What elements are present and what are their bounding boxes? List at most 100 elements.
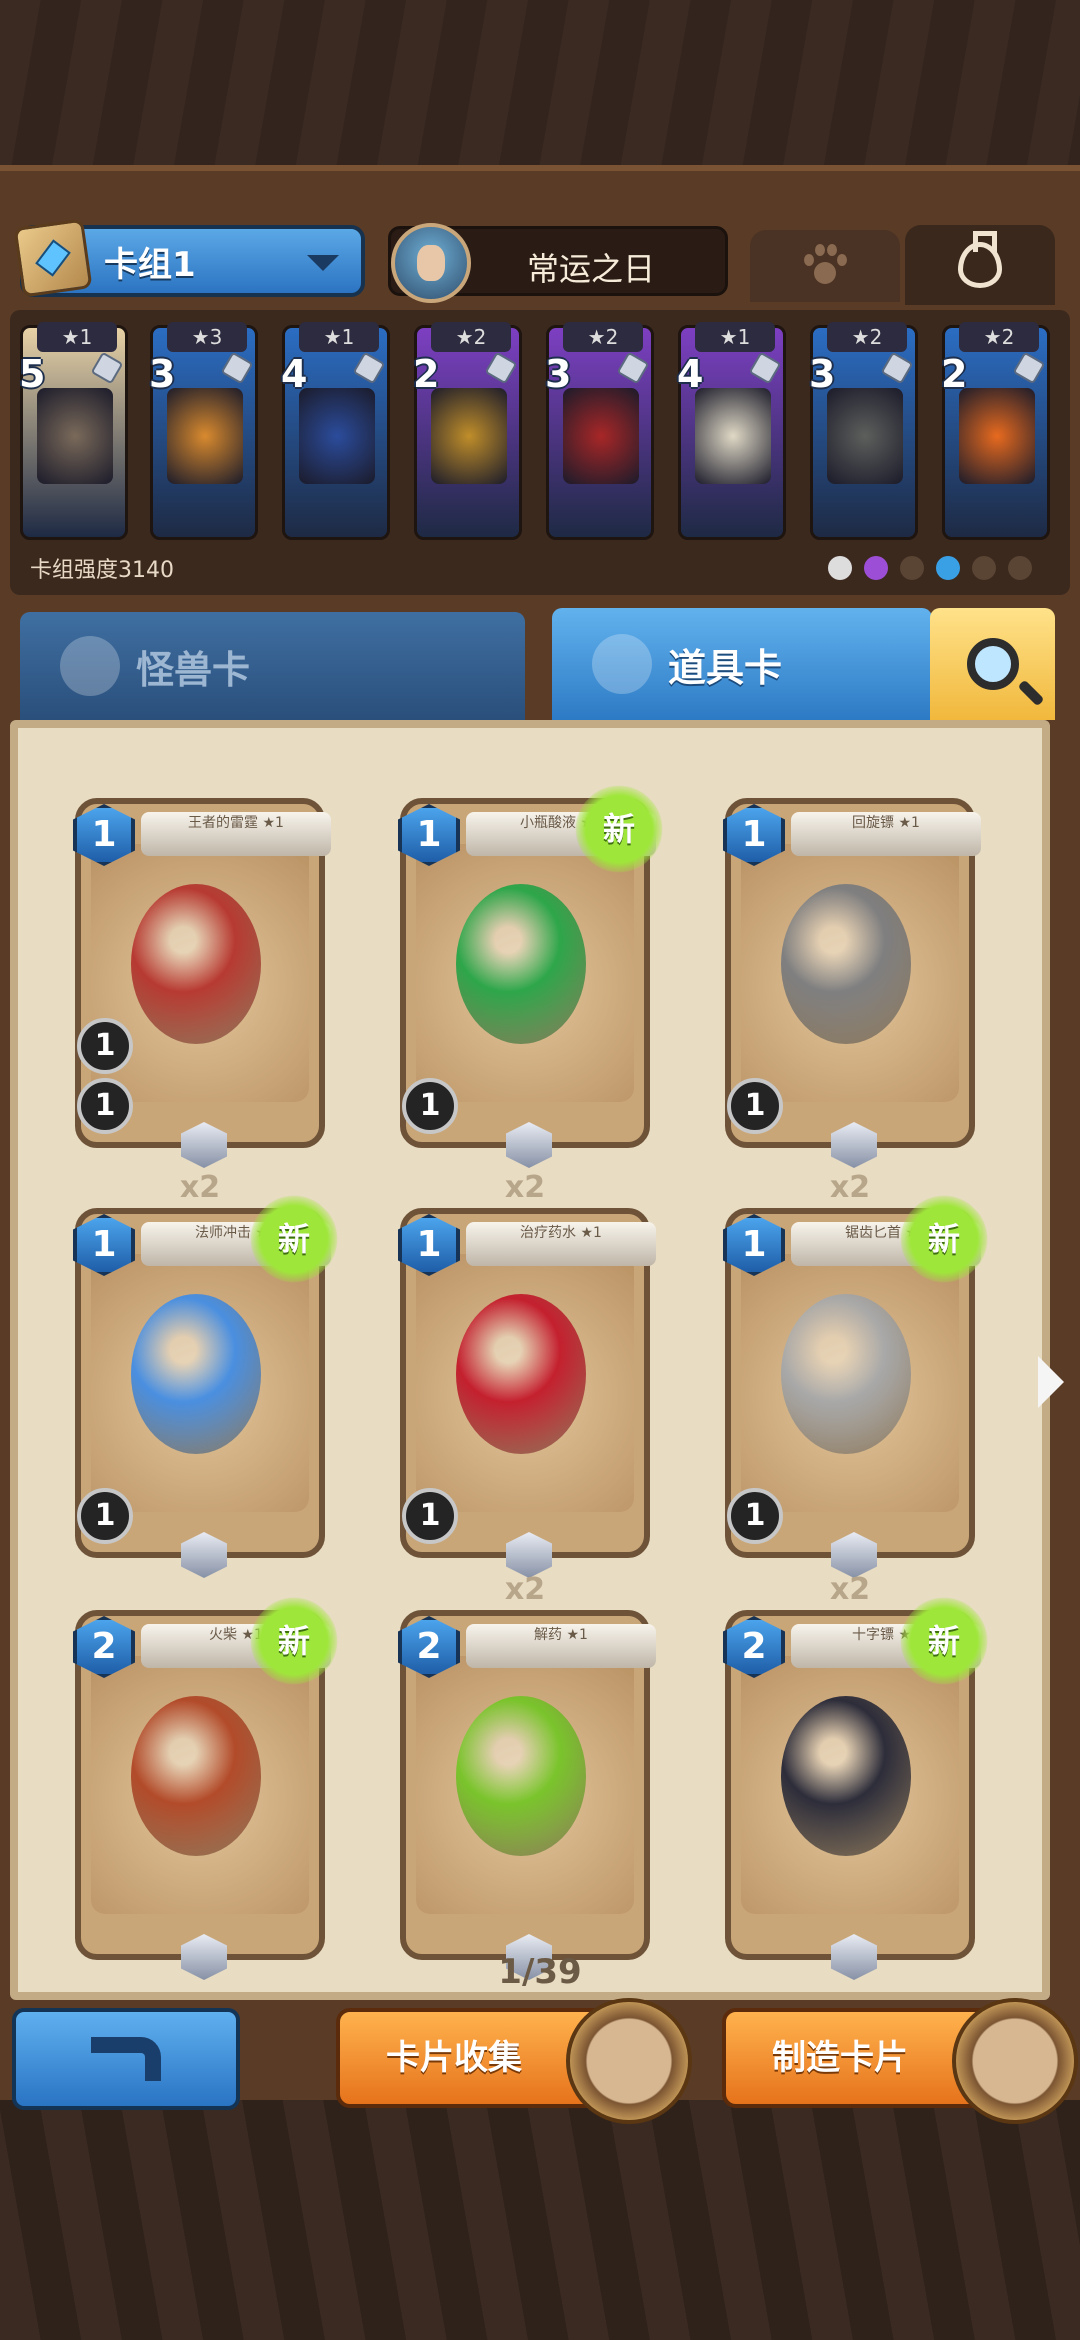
card-art-area [416,844,634,1102]
new-badge: 新 [883,1580,1005,1702]
item-card[interactable]: 回旋镖 ★1 1 1 [723,798,981,1168]
slot-stars: ★2 [959,322,1039,352]
next-page-arrow[interactable] [1038,1356,1064,1408]
deck-slot[interactable]: ★3 3 [149,322,258,540]
deck-slot[interactable]: ★1 4 [281,322,390,540]
new-badge: 新 [233,1580,355,1702]
card-count: x2 [504,1572,546,1607]
arcane-icon [864,556,888,580]
card-name: 治疗药水 ★1 [466,1222,656,1266]
deck-element-icons [828,556,1032,580]
item-card[interactable]: 法师冲击 ★1 1 1 新 [73,1178,355,1578]
fire-icon [1008,556,1032,580]
nature-icon [972,556,996,580]
tab-item-deck[interactable] [905,225,1055,305]
card-art [456,1696,586,1856]
wood-background-top [0,0,1080,170]
card-art-area [91,1254,309,1512]
neutral-icon [828,556,852,580]
rarity-gem-icon [484,351,518,385]
flask-icon [592,634,652,694]
deck-slot[interactable]: ★1 5 [19,322,128,540]
new-badge: 新 [558,768,680,890]
craft-card-label: 制造卡片 [772,2038,908,2078]
rarity-gem-icon [220,351,254,385]
deck-selector[interactable]: 卡组1 [13,218,365,298]
slot-art [37,388,113,484]
card-art-area [741,1254,959,1512]
deck-slot[interactable]: ★2 2 [413,322,522,540]
earth-icon [900,556,924,580]
back-button[interactable] [12,2008,240,2110]
search-button[interactable] [930,608,1055,720]
card-name: 回旋镖 ★1 [791,812,981,856]
card-art-area [416,1254,634,1512]
slot-art [167,388,243,484]
page-indicator: 1/39 [498,1952,582,1992]
card-effect-stat: 1 [77,1078,133,1134]
card-count: x2 [504,1170,546,1205]
deck-slot[interactable]: ★2 2 [941,322,1050,540]
rarity-gem-icon [748,351,782,385]
slot-stars: ★1 [299,322,379,352]
deck-name: 卡组1 [104,244,196,285]
slot-art [959,388,1035,484]
card-art [131,884,261,1044]
tab-item-label: 道具卡 [668,645,783,690]
card-art-area [91,1656,309,1914]
card-effect-stat: 1 [77,1488,133,1544]
card-book-icon [566,1998,692,2124]
card-art-area [741,844,959,1102]
item-card[interactable]: 小瓶酸液 ★1 1 1 新 [398,768,680,1168]
slot-art [299,388,375,484]
paw-icon [802,244,848,288]
card-art [456,1294,586,1454]
hero-selector[interactable]: 常运之日 [388,223,728,303]
rarity-gem-icon [90,351,124,385]
item-card[interactable]: 火柴 ★1 2 新 [73,1580,355,1980]
item-card[interactable]: 王者的雷霆 ★1 1 1 1 [73,798,331,1168]
tab-monster-deck[interactable] [750,230,900,302]
card-name: 王者的雷霆 ★1 [141,812,331,856]
item-card[interactable]: 十字镖 ★1 2 新 [723,1580,1005,1980]
slot-stars: ★1 [37,322,117,352]
card-art [781,884,911,1044]
deck-slot[interactable]: ★2 3 [545,322,654,540]
card-effect-stat: 1 [727,1078,783,1134]
slot-stars: ★2 [563,322,643,352]
card-collection-label: 卡片收集 [386,2038,522,2078]
flask-icon [958,231,1002,288]
slot-stars: ★1 [695,322,775,352]
item-card[interactable]: 锯齿匕首 ★1 1 1 新 [723,1178,1005,1578]
rarity-gem-icon [616,351,650,385]
card-name: 解药 ★1 [466,1624,656,1668]
card-effect-stat: 1 [77,1018,133,1074]
deck-slot[interactable]: ★1 4 [677,322,786,540]
card-effect-stat: 1 [402,1078,458,1134]
back-arrow-icon [91,2037,161,2081]
chevron-down-icon [307,255,339,271]
craft-card-button[interactable]: 制造卡片 [722,1998,1078,2124]
card-collection-button[interactable]: 卡片收集 [336,1998,692,2124]
wood-background-bottom [0,2100,1080,2340]
card-art [131,1294,261,1454]
card-effect-stat: 1 [402,1488,458,1544]
slot-stars: ★2 [431,322,511,352]
slot-art [827,388,903,484]
tab-monster-label: 怪兽卡 [136,647,251,692]
item-card[interactable]: 治疗药水 ★1 1 1 [398,1208,656,1578]
slot-stars: ★3 [167,322,247,352]
slot-art [431,388,507,484]
water-icon [936,556,960,580]
rarity-gem-icon [1012,351,1046,385]
item-card[interactable]: 解药 ★1 2 [398,1610,656,1980]
card-art [781,1696,911,1856]
tab-monster-cards[interactable]: 怪兽卡 [20,612,525,720]
deck-slot[interactable]: ★2 3 [809,322,918,540]
paw-icon [60,636,120,696]
rarity-gem-icon [880,351,914,385]
hero-name: 常运之日 [527,250,656,288]
slot-art [695,388,771,484]
tab-item-cards[interactable]: 道具卡 [552,608,932,720]
new-badge: 新 [883,1178,1005,1300]
